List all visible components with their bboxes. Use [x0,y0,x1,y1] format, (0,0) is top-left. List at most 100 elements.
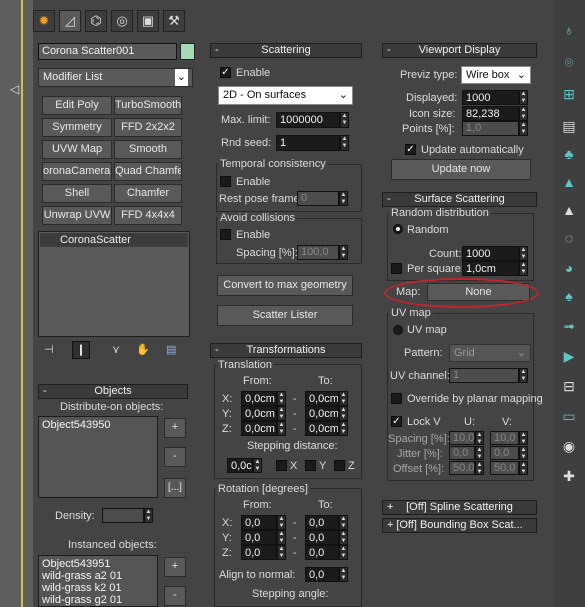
rnd-seed-spinner[interactable]: ▲ ▼ [340,135,349,151]
stack-item-coronascatter[interactable]: CoronaScatter [40,233,188,247]
convert-to-max-geometry-button[interactable]: Convert to max geometry [217,275,353,296]
rotation-from-z-spinner[interactable]: ▲ ▼ [277,545,286,560]
rotation-to-z[interactable]: 0,0 [305,545,339,560]
temporal-enable-checkbox[interactable] [220,176,231,187]
modifier-button-edit-poly[interactable]: Edit Poly [42,96,112,115]
utilities-tab-hammer-icon[interactable]: ⚒ [163,10,185,32]
list-item[interactable]: wild-grass k2 01 [42,582,154,594]
translation-to-y-spinner[interactable]: ▲ ▼ [339,406,348,421]
uv-spacing-u[interactable]: 10,0 [449,431,475,445]
rest-pose-field[interactable]: 0 [297,191,339,206]
modifier-button-ffd444[interactable]: FFD 4x4x4 [114,206,182,225]
uv-jitter-u[interactable]: 0,0 [449,446,475,460]
rotation-to-y[interactable]: 0,0 [305,530,339,545]
translation-from-x[interactable]: 0,0cm [241,391,277,406]
avoid-enable-checkbox[interactable] [220,229,231,240]
count-field[interactable]: 1000 [462,246,519,261]
viewport-display-rollout-header[interactable]: - Viewport Display [382,43,537,58]
translation-to-y[interactable]: 0,0cm [305,406,339,421]
tree-icon[interactable]: ♣ [559,144,579,164]
play-icon[interactable]: ▶ [559,346,579,366]
add-distribute-button[interactable]: + [164,418,186,438]
stepping-distance-field[interactable]: 0,0cr [227,458,253,473]
display-tab-monitor-icon[interactable]: ▣ [137,10,159,32]
sphere-icon[interactable]: ◕ [559,258,579,278]
scatter-lister-button[interactable]: Scatter Lister [217,305,353,326]
list-item[interactable]: Object543950 [42,419,154,431]
rnd-seed-field[interactable]: 1 [276,135,340,151]
configure-sets-icon[interactable]: ▤ [166,343,176,356]
hierarchy-tab-icon[interactable]: ⌬ [85,10,107,32]
document-icon[interactable]: ▤ [559,116,579,136]
uv-map-radio[interactable] [393,325,403,335]
displayed-field[interactable]: 1000 [462,90,519,105]
make-unique-icon[interactable]: ⋎ [112,343,120,356]
rotation-to-y-spinner[interactable]: ▲ ▼ [339,530,348,545]
modifier-button-shell[interactable]: Shell [42,184,112,203]
uv-jitter-v[interactable]: 0,0 [490,446,519,460]
uv-offset-v-spinner[interactable]: ▲ ▼ [519,461,528,475]
rotation-from-x[interactable]: 0,0 [241,515,277,530]
plus-icon[interactable]: ✚ [559,466,579,486]
remove-distribute-button[interactable]: - [164,447,186,467]
translation-to-z[interactable]: 0,0cm [305,421,339,436]
instanced-list[interactable]: Object543951 wild-grass a2 01 wild-grass… [38,555,158,607]
points-spinner[interactable]: ▲ ▼ [519,121,528,136]
window-icon[interactable]: ▭ [559,406,579,426]
transformations-rollout-header[interactable]: - Transformations [210,343,362,358]
grid-icon[interactable]: ⊞ [559,84,579,104]
translation-from-y-spinner[interactable]: ▲ ▼ [277,406,286,421]
rotation-to-z-spinner[interactable]: ▲ ▼ [339,545,348,560]
translation-from-y[interactable]: 0,0cm [241,406,277,421]
update-now-button[interactable]: Update now [391,159,531,180]
uv-spacing-v-spinner[interactable]: ▲ ▼ [519,431,528,445]
count-spinner[interactable]: ▲ ▼ [519,246,528,261]
eye-icon[interactable]: ◉ [559,436,579,456]
surface-scattering-rollout-header[interactable]: - Surface Scattering [382,192,537,207]
per-square-spinner[interactable]: ▲ ▼ [519,261,528,276]
scatter-mode-dropdown[interactable]: 2D - On surfaces ⌄ [218,86,353,105]
per-square-checkbox[interactable] [391,263,402,274]
pattern-dropdown[interactable]: Grid ⌄ [449,344,531,362]
points-field[interactable]: 1,0 [462,121,519,136]
rotation-from-y-spinner[interactable]: ▲ ▼ [277,530,286,545]
remove-modifier-icon[interactable]: ✋ [136,343,150,356]
stepping-y-checkbox[interactable] [305,460,316,471]
displayed-spinner[interactable]: ▲ ▼ [519,90,528,105]
stepping-z-checkbox[interactable] [334,460,345,471]
modifier-button-chamfer[interactable]: Chamfer [114,184,182,203]
objects-rollout-header[interactable]: - Objects [38,384,188,399]
align-to-normal-field[interactable]: 0,0 [305,567,339,582]
uv-offset-u[interactable]: 50,0 [449,461,475,475]
rotation-from-y[interactable]: 0,0 [241,530,277,545]
object-color-swatch[interactable] [180,43,195,60]
grid-small-icon[interactable]: ⊟ [559,376,579,396]
modifier-button-ffd222[interactable]: FFD 2x2x2 [114,118,182,137]
translation-from-z[interactable]: 0,0cm [241,421,277,436]
lightbulb-icon[interactable]: ♁ [559,20,579,40]
translation-from-z-spinner[interactable]: ▲ ▼ [277,421,286,436]
stepping-x-checkbox[interactable] [276,460,287,471]
modifier-button-quad-chamfer[interactable]: Quad Chamfer [114,162,182,181]
pick-list-distribute-button[interactable]: [...] [164,478,186,498]
rest-pose-spinner[interactable]: ▲ ▼ [339,191,348,206]
ring-icon[interactable]: ◌ [559,228,579,248]
modifier-list-dropdown[interactable]: Modifier List ⌄ [38,68,193,87]
lock-v-checkbox[interactable]: ✓ [391,416,402,427]
update-automatically-checkbox[interactable]: ✓ [405,144,416,155]
add-instanced-button[interactable]: + [164,557,186,577]
spacing-field[interactable]: 100,0 [297,245,339,260]
stepping-distance-spinner[interactable]: ▲ ▼ [253,458,262,473]
density-spinner[interactable]: ▲ ▼ [144,508,153,523]
uv-spacing-u-spinner[interactable]: ▲ ▼ [475,431,484,445]
bounding-box-scattering-rollout-header[interactable]: + [Off] Bounding Box Scat... [382,518,537,533]
override-planar-checkbox[interactable] [391,393,402,404]
uv-jitter-u-spinner[interactable]: ▲ ▼ [475,446,484,460]
motion-tab-icon[interactable]: ◎ [111,10,133,32]
previz-type-dropdown[interactable]: Wire box ⌄ [461,66,531,84]
uv-channel-spinner[interactable]: ▲ ▼ [519,368,528,383]
icon-size-spinner[interactable]: ▲ ▼ [519,106,528,121]
modifier-button-corona-camera[interactable]: oronaCameraMo [42,162,112,181]
list-item[interactable]: wild-grass a2 01 [42,570,154,582]
max-limit-field[interactable]: 1000000 [276,112,340,128]
